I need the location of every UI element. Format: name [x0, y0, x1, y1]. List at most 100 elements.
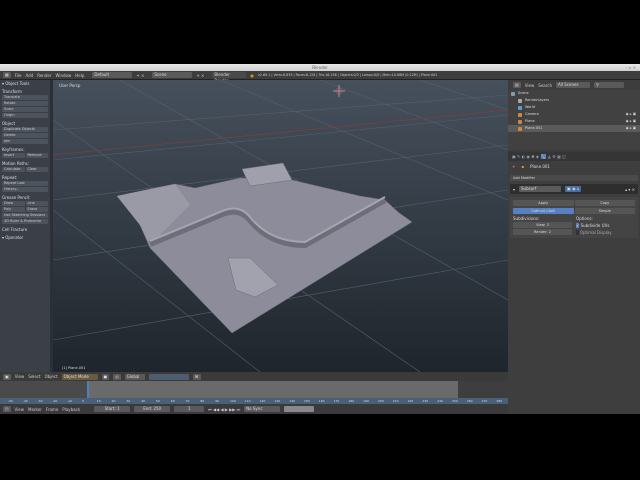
menu-window[interactable]: Window: [55, 73, 71, 78]
pivot-button[interactable]: ◎: [113, 373, 121, 380]
tool-button[interactable]: Poly: [2, 207, 25, 212]
editor-type-button[interactable]: ◷: [3, 406, 11, 412]
menu-view[interactable]: View: [15, 374, 25, 379]
shading-button[interactable]: ●: [101, 373, 110, 380]
editor-type-button[interactable]: ▦: [3, 72, 11, 78]
sync-select[interactable]: No Sync: [244, 406, 281, 412]
playback-controls[interactable]: ⏮ ◀◀ ◀ ▶ ▶▶ ⏭: [208, 407, 240, 412]
optimal-display-checkbox[interactable]: Optimal Display: [576, 230, 635, 235]
menu-render[interactable]: Render: [37, 73, 51, 78]
display-mode-select[interactable]: All Scenes: [556, 82, 591, 88]
menu-add[interactable]: Add: [25, 73, 33, 78]
modifier-visibility-toggles[interactable]: ▣ ◉ ⌂: [565, 186, 582, 192]
tool-button[interactable]: Origin: [2, 113, 48, 118]
tool-button[interactable]: Calculate: [2, 167, 25, 172]
tool-button[interactable]: Rotate: [2, 101, 48, 106]
editor-type-button[interactable]: ▤: [513, 82, 521, 88]
menu-frame[interactable]: Frame: [46, 407, 58, 412]
current-frame-marker[interactable]: [87, 381, 89, 398]
layers-grid[interactable]: [148, 373, 189, 380]
end-frame-field[interactable]: End: 250: [134, 406, 171, 412]
menu-view[interactable]: View: [15, 407, 25, 412]
tool-button[interactable]: Remove: [25, 153, 48, 158]
outliner-item[interactable]: Plane.001 ◉ ▸ ▣: [508, 125, 640, 132]
timeline-area[interactable]: [0, 381, 508, 398]
object-type-icon: [518, 112, 522, 117]
outliner-item[interactable]: Scene: [508, 90, 640, 97]
menu-view[interactable]: View: [525, 83, 535, 88]
menu-select[interactable]: Select: [28, 374, 40, 379]
start-frame-field[interactable]: Start: 1: [94, 406, 131, 412]
modifier-move-close[interactable]: ▴ ▾ ×: [625, 187, 635, 192]
tool-button[interactable]: Draw: [2, 201, 25, 206]
button-row: Delete: [2, 132, 48, 138]
outliner-item[interactable]: World: [508, 104, 640, 111]
view-levels-field[interactable]: View: 3: [513, 222, 572, 228]
render-levels-field[interactable]: Render: 2: [513, 229, 572, 235]
modifier-name-field[interactable]: Subsurf: [519, 186, 562, 192]
tool-button[interactable]: Join: [2, 139, 48, 144]
3d-viewport[interactable]: User Persp (1) Plane.001: [53, 80, 508, 372]
tool-button[interactable]: Erase: [25, 207, 48, 212]
orientation-select[interactable]: Global: [124, 373, 145, 380]
ruler-tick-label: -10: [67, 399, 73, 403]
window-controls[interactable]: – ▫ ×: [625, 64, 636, 71]
scene-add-remove[interactable]: + ×: [196, 73, 204, 78]
right-panel: ▤ View Search All Scenes ⚲ Scene RenderLa…: [508, 80, 640, 414]
panel-title[interactable]: ▾ Object Tools: [2, 81, 48, 86]
layout-select[interactable]: Default: [92, 72, 133, 78]
render-engine-select[interactable]: Blender Render: [212, 72, 247, 83]
tool-button[interactable]: Scale: [2, 107, 48, 112]
mode-select[interactable]: Object Mode: [61, 373, 98, 380]
outliner-item[interactable]: RenderLayers: [508, 97, 640, 104]
copy-button[interactable]: Copy: [574, 200, 635, 206]
search-input[interactable]: ⚲: [594, 82, 625, 88]
ruler-tick-label: 10: [96, 399, 101, 403]
tool-button[interactable]: Insert: [2, 153, 25, 158]
tool-button[interactable]: 3D Ruler & Protractor: [2, 219, 48, 224]
pin-icon[interactable]: ✧: [512, 164, 515, 169]
visibility-toggles[interactable]: ◉ ▸ ▣: [626, 111, 640, 118]
menu-help[interactable]: Help: [75, 73, 84, 78]
tool-button[interactable]: Line: [25, 201, 48, 206]
snap-button[interactable]: ⌘: [192, 373, 201, 380]
subdivide-uvs-checkbox[interactable]: ✓ Subdivide UVs: [576, 223, 635, 228]
tool-button[interactable]: Delete: [2, 133, 48, 138]
tool-button[interactable]: Translate: [2, 95, 48, 100]
object-icon: ▪: [521, 164, 525, 169]
tool-button[interactable]: History...: [2, 187, 48, 192]
editor-type-button[interactable]: ▣: [3, 373, 11, 380]
menu-file[interactable]: File: [15, 73, 22, 78]
menu-search[interactable]: Search: [538, 83, 552, 88]
viewport-header: ▣ View Select Object Object Mode ● ◎ Glo…: [0, 372, 508, 381]
operator-panel[interactable]: ▾ Operator: [2, 235, 48, 240]
outliner-item[interactable]: Plane ◉ ▸ ▣: [508, 118, 640, 125]
simple-tab[interactable]: Simple: [574, 208, 635, 214]
subdivisions-label: Subdivisions:: [513, 216, 540, 221]
ruler-tick-label: 130: [274, 399, 281, 403]
properties-tabs[interactable]: ▣ ✎ ◐ ◉ ✱ ◈ 🔧 ◭ ⚙ ▦ ◫: [508, 152, 640, 161]
visibility-toggles[interactable]: ◉ ▸ ▣: [626, 118, 640, 125]
menu-marker[interactable]: Marker: [28, 407, 42, 412]
keying-set-field[interactable]: [284, 406, 315, 412]
tool-button[interactable]: Duplicate Objects: [2, 127, 48, 132]
catmull-clark-tab[interactable]: Catmull-Clark: [513, 208, 574, 214]
outliner-item[interactable]: Camera ◉ ▸ ▣: [508, 111, 640, 118]
menu-object[interactable]: Object: [45, 374, 58, 379]
ruler-tick-label: 50: [156, 399, 160, 403]
current-frame-field[interactable]: 1: [174, 406, 205, 412]
button-row: Insert Remove: [2, 152, 48, 158]
add-modifier-button[interactable]: Add Modifier: [510, 175, 638, 181]
button-row: Join: [2, 138, 48, 144]
tool-button[interactable]: Repeat Last: [2, 181, 48, 186]
tool-button[interactable]: Clear: [25, 167, 48, 172]
layout-add-remove[interactable]: + ×: [136, 73, 144, 78]
ruler-tick-label: 170: [333, 399, 340, 403]
visibility-toggles[interactable]: ◉ ▸ ▣: [626, 125, 640, 132]
button-row: 3D Ruler & Protractor: [2, 218, 48, 224]
apply-button[interactable]: Apply: [513, 200, 574, 206]
menu-playback[interactable]: Playback: [62, 407, 80, 412]
scene-select[interactable]: Scene: [152, 72, 193, 78]
collapse-icon[interactable]: ▾: [513, 187, 515, 192]
tool-button[interactable]: Use Sketching Sessions: [2, 213, 48, 218]
